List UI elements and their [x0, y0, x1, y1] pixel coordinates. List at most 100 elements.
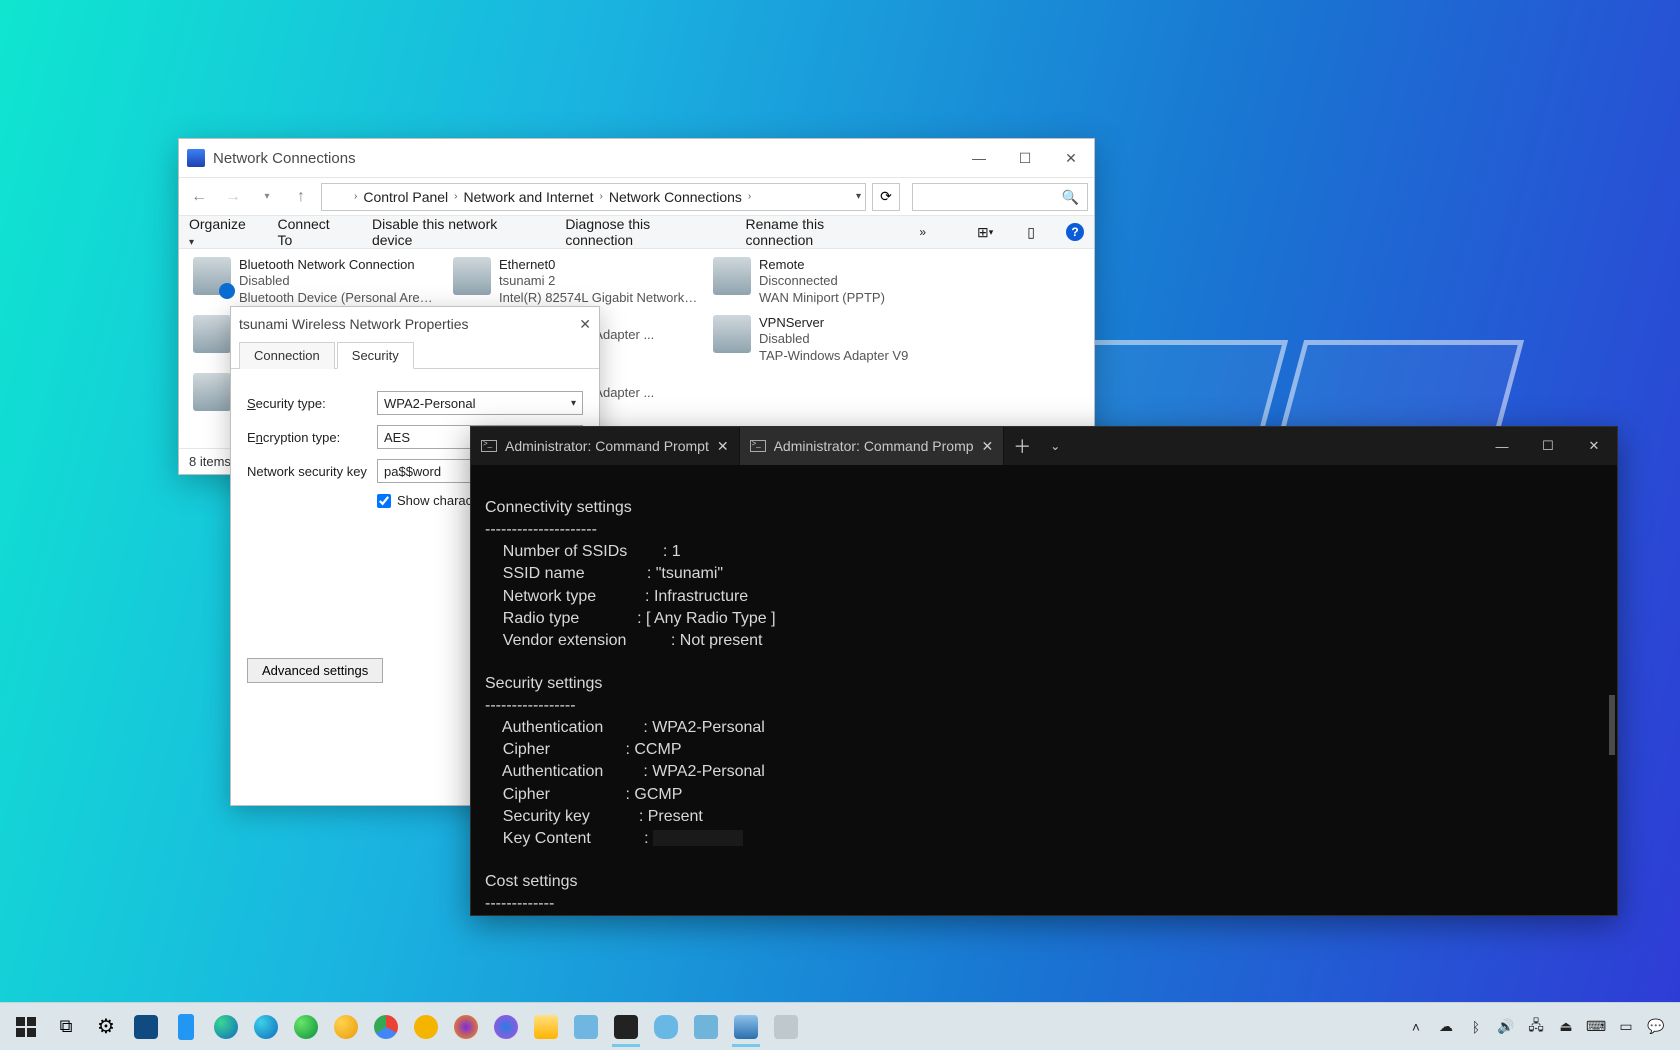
- help-icon[interactable]: ?: [1066, 223, 1084, 241]
- store-icon[interactable]: [126, 1007, 166, 1047]
- breadcrumb-icon: [326, 188, 344, 206]
- new-tab-button[interactable]: ＋: [1004, 427, 1040, 465]
- edge-canary-icon[interactable]: [326, 1007, 366, 1047]
- tab-dropdown-button[interactable]: ⌄: [1040, 427, 1070, 465]
- adapter-icon: [713, 257, 751, 295]
- organize-menu[interactable]: Organize: [189, 216, 254, 248]
- explorer-icon[interactable]: [526, 1007, 566, 1047]
- mail-icon[interactable]: [566, 1007, 606, 1047]
- props-title: tsunami Wireless Network Properties: [239, 316, 469, 332]
- settings-icon[interactable]: ⚙: [86, 1007, 126, 1047]
- conn-device: Intel(R) 82574L Gigabit Network C...: [499, 290, 699, 306]
- terminal-minimize-button[interactable]: —: [1479, 427, 1525, 465]
- props-close-button[interactable]: ✕: [579, 316, 591, 333]
- disable-device-cmd[interactable]: Disable this network device: [372, 216, 541, 248]
- tab-security[interactable]: Security: [337, 342, 414, 369]
- recent-dropdown[interactable]: ▾: [253, 183, 281, 211]
- terminal-tab-2[interactable]: Administrator: Command Promp ✕: [740, 427, 1005, 465]
- task-view-button[interactable]: ⧉: [46, 1007, 86, 1047]
- tab-connection[interactable]: Connection: [239, 342, 335, 369]
- refresh-button[interactable]: ⟳: [872, 183, 900, 211]
- adapter-icon: [193, 257, 231, 295]
- phone-icon[interactable]: [166, 1007, 206, 1047]
- nc-titlebar[interactable]: Network Connections — ☐ ✕: [179, 139, 1094, 177]
- system-tray: ˄ ☁ ᛒ 🔊 🖧 ⏏ ⌨ ▭ 💬: [1406, 1015, 1674, 1039]
- conn-status: Disabled: [759, 331, 908, 347]
- forward-button[interactable]: →: [219, 183, 247, 211]
- preview-pane-icon[interactable]: ▯: [1020, 221, 1042, 243]
- connection-ethernet0[interactable]: Ethernet0 tsunami 2 Intel(R) 82574L Giga…: [453, 257, 703, 306]
- input-tray-icon[interactable]: ▭: [1616, 1018, 1636, 1035]
- crumb-network-connections[interactable]: Network Connections: [609, 189, 742, 205]
- view-options-icon[interactable]: ⊞ ▾: [974, 221, 996, 243]
- label-encryption-type: Encryption type:: [247, 430, 377, 445]
- back-button[interactable]: ←: [185, 183, 213, 211]
- firefox-icon[interactable]: [446, 1007, 486, 1047]
- conn-status: tsunami 2: [499, 273, 699, 289]
- label-security-type: Security type:: [247, 396, 377, 411]
- edge-icon[interactable]: [206, 1007, 246, 1047]
- tab-close-icon[interactable]: ✕: [717, 438, 729, 455]
- diagnose-cmd[interactable]: Diagnose this connection: [565, 216, 721, 248]
- terminal-scrollbar[interactable]: [1609, 695, 1615, 755]
- crumb-control-panel[interactable]: Control Panel: [363, 189, 448, 205]
- search-icon: 🔍: [1062, 189, 1079, 206]
- advanced-settings-button[interactable]: Advanced settings: [247, 658, 383, 683]
- minimize-button[interactable]: —: [956, 141, 1002, 175]
- conn-name: Bluetooth Network Connection: [239, 257, 439, 273]
- usb-tray-icon[interactable]: ⏏: [1556, 1018, 1576, 1035]
- terminal-maximize-button[interactable]: ☐: [1525, 427, 1571, 465]
- start-button[interactable]: [6, 1007, 46, 1047]
- maximize-button[interactable]: ☐: [1002, 141, 1048, 175]
- close-button[interactable]: ✕: [1048, 141, 1094, 175]
- security-type-select[interactable]: WPA2-Personal: [377, 391, 583, 415]
- network-tray-icon[interactable]: 🖧: [1526, 1015, 1546, 1039]
- chrome-icon[interactable]: [366, 1007, 406, 1047]
- more-cmds[interactable]: »: [919, 225, 926, 239]
- redacted-key-content: [653, 830, 743, 846]
- tab-close-icon[interactable]: ✕: [982, 438, 994, 455]
- conn-device: Bluetooth Device (Personal Area ...: [239, 290, 439, 306]
- search-box[interactable]: 🔍: [912, 183, 1088, 211]
- show-characters-checkbox[interactable]: [377, 494, 391, 508]
- keyboard-tray-icon[interactable]: ⌨: [1586, 1018, 1606, 1035]
- cmd-icon: [481, 440, 497, 452]
- chrome-canary-icon[interactable]: [406, 1007, 446, 1047]
- terminal-taskbar-icon[interactable]: [606, 1007, 646, 1047]
- props-tabstrip: Connection Security: [231, 341, 599, 369]
- conn-device: TAP-Windows Adapter V9: [759, 348, 908, 364]
- props-titlebar[interactable]: tsunami Wireless Network Properties ✕: [231, 307, 599, 341]
- firefox-dev-icon[interactable]: [486, 1007, 526, 1047]
- connection-bluetooth[interactable]: Bluetooth Network Connection Disabled Bl…: [193, 257, 443, 306]
- nc-command-bar: Organize Connect To Disable this network…: [179, 215, 1094, 249]
- connect-to-cmd[interactable]: Connect To: [278, 216, 348, 248]
- breadcrumb[interactable]: › Control Panel› Network and Internet› N…: [321, 183, 866, 211]
- terminal-tab-1[interactable]: Administrator: Command Prompt ✕: [471, 427, 740, 465]
- adapter-icon: [453, 257, 491, 295]
- onedrive-icon[interactable]: [646, 1007, 686, 1047]
- edge-dev-icon[interactable]: [286, 1007, 326, 1047]
- volume-tray-icon[interactable]: 🔊: [1496, 1018, 1516, 1035]
- connection-remote[interactable]: Remote Disconnected WAN Miniport (PPTP): [713, 257, 963, 306]
- tray-expand-icon[interactable]: ˄: [1406, 1019, 1426, 1035]
- crumb-network-internet[interactable]: Network and Internet: [464, 189, 594, 205]
- up-button[interactable]: ↑: [287, 183, 315, 211]
- bluetooth-tray-icon[interactable]: ᛒ: [1466, 1019, 1486, 1035]
- label-network-key: Network security key: [247, 464, 377, 479]
- terminal-output[interactable]: Connectivity settings ------------------…: [471, 465, 1617, 915]
- control-panel-taskbar-icon[interactable]: [726, 1007, 766, 1047]
- conn-status: Disabled: [239, 273, 439, 289]
- connection-vpnserver[interactable]: VPNServer Disabled TAP-Windows Adapter V…: [713, 315, 963, 364]
- edge-beta-icon[interactable]: [246, 1007, 286, 1047]
- conn-device: WAN Miniport (PPTP): [759, 290, 885, 306]
- cmd-icon: [750, 440, 766, 452]
- app-icon-2[interactable]: [766, 1007, 806, 1047]
- notifications-tray-icon[interactable]: 💬: [1646, 1018, 1666, 1035]
- rename-cmd[interactable]: Rename this connection: [745, 216, 895, 248]
- conn-name: Remote: [759, 257, 885, 273]
- onedrive-tray-icon[interactable]: ☁: [1436, 1018, 1456, 1035]
- terminal-close-button[interactable]: ✕: [1571, 427, 1617, 465]
- adapter-icon: [193, 315, 231, 353]
- item-count: 8 items: [189, 454, 231, 469]
- app-icon-1[interactable]: [686, 1007, 726, 1047]
